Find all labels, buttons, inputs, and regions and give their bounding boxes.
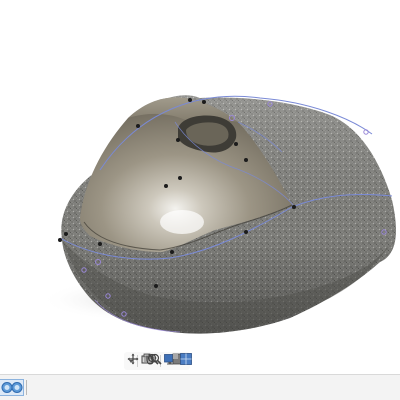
visual-style-button[interactable] [172, 353, 184, 369]
grid-layout-icon [180, 353, 192, 365]
fit-zoom-button[interactable] [150, 353, 162, 369]
display-settings-button[interactable] [164, 353, 176, 369]
model-canvas[interactable] [0, 0, 400, 374]
timeline-marker[interactable] [26, 380, 27, 395]
orbit-button[interactable] [127, 353, 139, 369]
specular-highlight [160, 210, 204, 234]
3d-viewport[interactable] [0, 0, 400, 374]
timeline-bar [0, 374, 400, 400]
zoom-button[interactable] [147, 353, 159, 369]
pan-button[interactable] [144, 353, 155, 369]
navigation-toolbar [124, 352, 192, 370]
look-at-button[interactable] [141, 353, 153, 369]
timeline-feature-form[interactable] [0, 379, 24, 396]
orbit-icon [127, 353, 139, 365]
grid-layout-button[interactable] [180, 353, 192, 369]
fit-zoom-icon [150, 353, 162, 365]
form-feature-icon [1, 382, 23, 393]
